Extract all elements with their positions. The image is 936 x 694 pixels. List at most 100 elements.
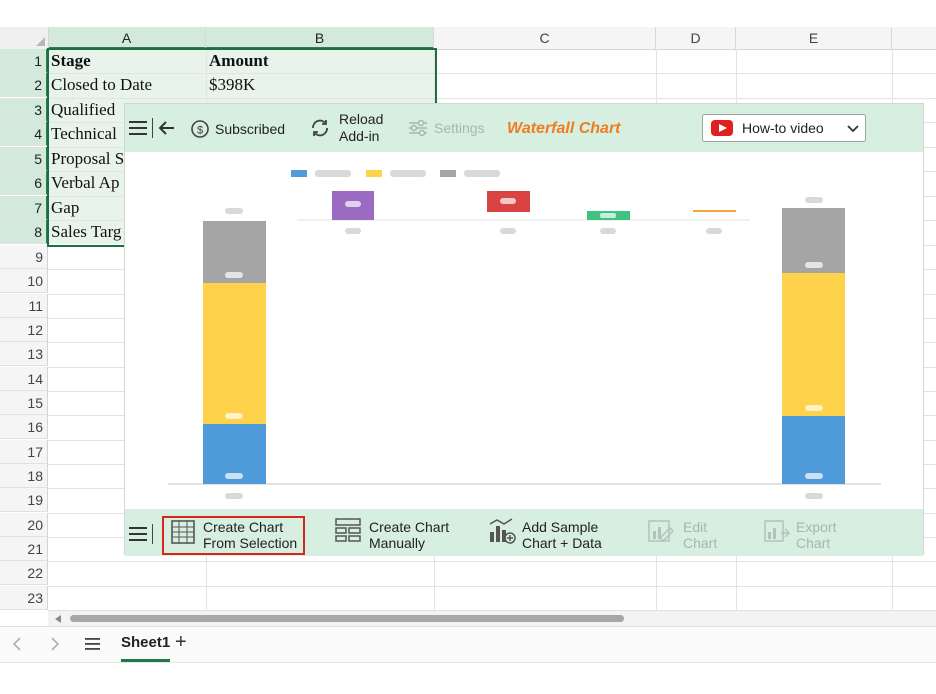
row-header[interactable]: 3 [0,98,48,122]
legend-placeholder [315,170,351,177]
next-sheet-arrow-icon[interactable] [50,637,60,651]
row-header[interactable]: 17 [0,440,48,464]
collapse-left-arrow-icon[interactable] [158,119,176,137]
column-header-a[interactable]: A [48,27,206,49]
row-header[interactable]: 11 [0,294,48,318]
all-sheets-menu-icon[interactable] [85,637,101,651]
waterfall-addin-panel: $ Subscribed Reload Add-in Settings Wate… [124,103,924,556]
waterfall-chart-preview[interactable] [125,152,923,509]
row-header[interactable]: 8 [0,220,48,244]
right-bar-yellow-segment [782,273,845,416]
orange-step-bar [693,210,736,212]
subscribed-label: Subscribed [215,121,286,137]
column-header-d[interactable]: D [656,27,736,49]
row-header[interactable]: 14 [0,367,48,391]
label-placeholder [805,493,823,499]
label-placeholder [500,228,516,234]
reload-addin-button[interactable]: Reload Add-in [309,111,383,145]
row-header[interactable]: 19 [0,488,48,512]
edit-line1: Edit [683,519,708,535]
reload-icon [312,119,328,137]
gridline [48,561,936,562]
label-placeholder [225,413,243,419]
column-header-e[interactable]: E [736,27,892,49]
edit-chart-icon [648,520,675,543]
label-placeholder [225,493,243,499]
subscribed-button[interactable]: $ Subscribed [190,119,285,139]
settings-label: Settings [434,120,485,136]
highlight-annotation-box [162,516,305,555]
row-header[interactable]: 9 [0,245,48,269]
how-to-video-label: How-to video [742,120,824,136]
label-placeholder [805,473,823,479]
label-placeholder [600,228,616,234]
label-placeholder [500,198,516,204]
label-placeholder [225,272,243,278]
label-placeholder [805,262,823,268]
previous-sheet-arrow-icon[interactable] [12,637,22,651]
youtube-icon [711,120,733,136]
label-placeholder [600,213,616,218]
column-header-row: A B C D E [0,27,936,50]
row-header[interactable]: 18 [0,464,48,488]
row-header[interactable]: 1 [0,49,48,73]
export-line2: Chart [796,535,831,551]
label-placeholder [805,197,823,203]
create-man-line2: Manually [369,535,426,551]
label-placeholder [345,228,361,234]
label-placeholder [345,201,361,207]
add-sample-line2: Chart + Data [522,535,602,551]
toolbar-divider [152,524,153,544]
svg-text:$: $ [197,125,203,137]
row-header[interactable]: 23 [0,586,48,610]
chevron-down-icon [847,125,859,133]
dollar-circle-icon: $ [191,120,209,138]
row-header[interactable]: 15 [0,391,48,415]
sheet-tab-sheet1[interactable]: Sheet1 [121,634,170,651]
label-placeholder [225,473,243,479]
legend-placeholder [390,170,426,177]
addin-bottom-toolbar: Create Chart From Selection Create Chart… [125,509,923,556]
scrollbar-thumb[interactable] [70,615,624,622]
select-all-corner[interactable] [0,27,49,49]
add-sample-line1: Add Sample [522,519,599,535]
scroll-left-arrow-icon[interactable] [54,614,62,624]
sheet-tab-bar: Sheet1 + [0,626,936,663]
add-sheet-button[interactable]: + [175,631,187,654]
hamburger-menu-icon[interactable] [129,525,149,543]
status-bar [0,662,936,694]
row-header[interactable]: 16 [0,415,48,439]
horizontal-scrollbar[interactable] [48,610,936,627]
edit-line2: Chart [683,535,718,551]
settings-sliders-icon [409,119,427,137]
hamburger-menu-icon[interactable] [129,119,149,137]
legend-swatch-yellow [366,170,382,177]
toolbar-divider [152,118,153,138]
export-line1: Export [796,519,837,535]
settings-button[interactable]: Settings [408,119,485,137]
create-man-line1: Create Chart [369,519,450,535]
label-placeholder [805,405,823,411]
row-header[interactable]: 7 [0,196,48,220]
left-bar-yellow-segment [203,283,266,424]
row-header[interactable]: 5 [0,147,48,171]
label-placeholder [706,228,722,234]
export-chart-icon [764,520,791,542]
row-header[interactable]: 22 [0,561,48,585]
form-table-icon [335,518,361,542]
row-header[interactable]: 2 [0,73,48,97]
row-header[interactable]: 4 [0,122,48,146]
how-to-video-dropdown[interactable]: How-to video [702,114,866,142]
legend-swatch-blue [291,170,307,177]
row-header[interactable]: 6 [0,171,48,195]
column-header-c[interactable]: C [434,27,656,49]
column-header-b[interactable]: B [206,27,434,49]
row-header[interactable]: 12 [0,318,48,342]
sample-data-chart-icon [489,518,516,544]
row-header[interactable]: 21 [0,537,48,561]
row-header[interactable]: 10 [0,269,48,293]
row-header[interactable]: 20 [0,513,48,537]
label-placeholder [225,208,243,214]
reload-label-line2: Add-in [339,128,380,144]
row-header[interactable]: 13 [0,342,48,366]
